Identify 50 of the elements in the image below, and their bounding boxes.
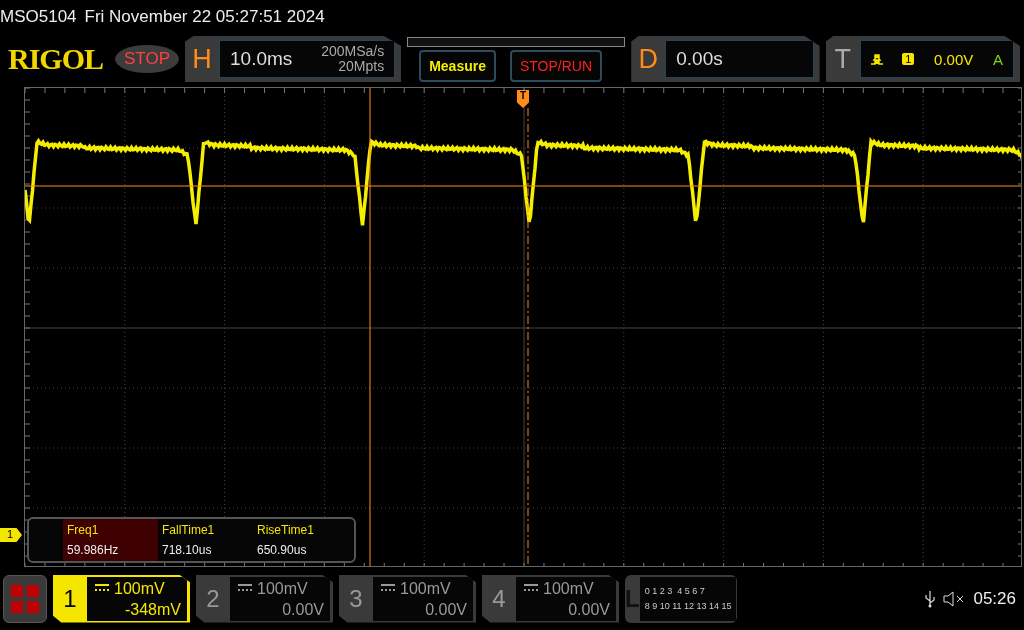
measurement-item[interactable]: RiseTime1 650.90us bbox=[253, 519, 348, 561]
channel-offset: -348mV bbox=[124, 599, 181, 620]
channel-number: 1 bbox=[62, 584, 78, 613]
dc-coupling-icon bbox=[524, 584, 538, 592]
date-time: Fri November 22 05:27:51 2024 bbox=[84, 7, 325, 27]
channel-scale: 100mV bbox=[543, 578, 594, 599]
trigger-label: T bbox=[833, 43, 852, 75]
stop-run-button[interactable]: STOP/RUN bbox=[510, 49, 603, 82]
brand-logo: RIGOL bbox=[8, 42, 104, 76]
channel-offset: 0.00V bbox=[282, 599, 324, 620]
channel-marker: 1 bbox=[0, 528, 22, 542]
channel-number: 4 bbox=[491, 584, 507, 613]
dc-coupling-icon bbox=[238, 584, 252, 592]
channel-number: 3 bbox=[348, 584, 364, 613]
menu-button[interactable] bbox=[3, 574, 47, 623]
logic-channels: 0 1 2 3 4 5 6 7 bbox=[644, 584, 706, 598]
trigger-mode: A bbox=[993, 50, 1003, 68]
channel-offset: 0.00V bbox=[425, 599, 467, 620]
channel-scale: 100mV bbox=[257, 578, 308, 599]
horizontal-label: H bbox=[191, 43, 213, 75]
rising-edge-icon bbox=[870, 52, 883, 66]
dc-coupling-icon bbox=[381, 584, 395, 592]
sample-rate: 200MSa/s bbox=[321, 44, 385, 59]
channel-number: 2 bbox=[205, 584, 221, 613]
channel-tab[interactable]: 1 100mV -348mV bbox=[53, 574, 190, 623]
channel-tab[interactable]: 3 100mV 0.00V bbox=[339, 574, 476, 623]
usb-icon bbox=[925, 589, 936, 608]
model-name: MSO5104 bbox=[0, 7, 77, 27]
delay-label: D bbox=[637, 43, 659, 75]
speaker-muted-icon bbox=[943, 590, 966, 607]
clock-time: 05:26 bbox=[973, 588, 1016, 609]
channel-offset: 0.00V bbox=[568, 599, 610, 620]
channel-scale: 100mV bbox=[400, 578, 451, 599]
trigger-marker: T bbox=[517, 90, 529, 108]
delay-panel[interactable]: D 0.00s bbox=[631, 36, 820, 82]
dc-coupling-icon bbox=[95, 584, 109, 592]
timebase-value: 10.0ms bbox=[230, 48, 293, 70]
channel-scale: 100mV bbox=[114, 578, 165, 599]
trigger-level: 0.00V bbox=[934, 50, 974, 68]
measurement-item[interactable]: Freq1 59.986Hz bbox=[63, 519, 158, 561]
channel-tab[interactable]: 4 100mV 0.00V bbox=[482, 574, 619, 623]
horizontal-panel[interactable]: H 10.0ms 200MSa/s 20Mpts bbox=[185, 36, 402, 82]
trigger-source-badge: 1 bbox=[902, 53, 915, 65]
trigger-panel[interactable]: T 1 0.00V A bbox=[825, 36, 1020, 82]
measure-button[interactable]: Measure bbox=[419, 49, 496, 82]
delay-value: 0.00s bbox=[676, 48, 723, 70]
measurement-item[interactable]: FallTime1 718.10us bbox=[158, 519, 253, 561]
channel-tab[interactable]: 2 100mV 0.00V bbox=[196, 574, 333, 623]
logic-channels: 8 9 10 11 12 13 14 15 bbox=[644, 599, 732, 613]
memory-depth: 20Mpts bbox=[338, 59, 385, 74]
